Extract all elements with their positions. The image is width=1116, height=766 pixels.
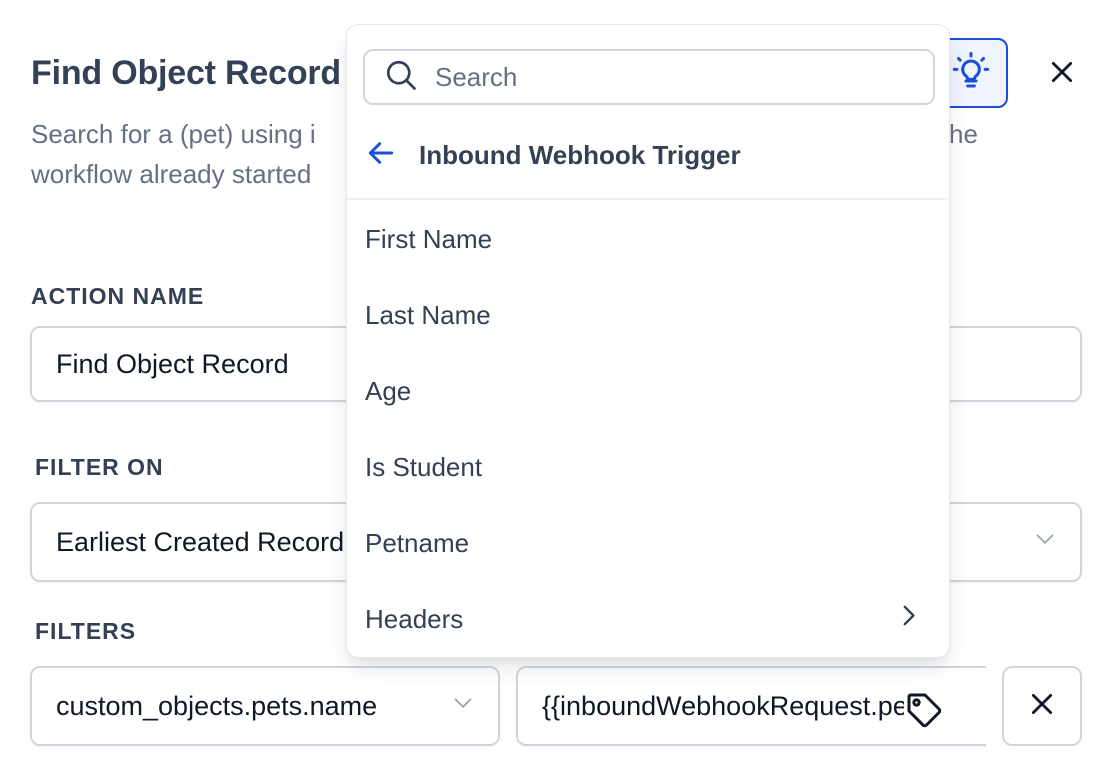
dropdown-divider [347, 198, 947, 200]
filter-value-text: {{inboundWebhookRequest.petname}} [542, 690, 922, 721]
arrow-left-icon [365, 137, 397, 174]
variable-picker-dropdown: Inbound Webhook Trigger First Name Last … [346, 24, 950, 658]
option-label: Last Name [365, 299, 491, 330]
dropdown-section-title: Inbound Webhook Trigger [419, 139, 741, 170]
search-icon [383, 57, 419, 98]
option-label: Headers [365, 603, 464, 634]
description-line-2: workflow already started [31, 159, 312, 189]
description-line-1-tail: he [949, 119, 978, 149]
dropdown-options-list: First Name Last Name Age Is Student Petn… [347, 201, 949, 657]
back-to-parent-button[interactable]: Inbound Webhook Trigger [365, 133, 741, 177]
panel-title: Find Object Record [31, 54, 341, 92]
option-label: Is Student [365, 451, 483, 482]
filter-value-input[interactable]: {{inboundWebhookRequest.petname}} [516, 666, 986, 746]
chevron-down-icon [1032, 526, 1058, 559]
close-icon [1049, 59, 1075, 90]
dropdown-search-input[interactable] [433, 60, 897, 94]
chevron-right-icon [895, 603, 921, 636]
close-button[interactable] [1040, 52, 1084, 96]
chevron-down-icon [450, 690, 476, 723]
action-name-label: ACTION NAME [31, 283, 205, 309]
remove-filter-button[interactable] [1002, 666, 1082, 746]
action-name-value: Find Object Record [56, 348, 289, 379]
filter-field-select[interactable]: custom_objects.pets.name [30, 666, 500, 746]
option-label: Petname [365, 527, 470, 558]
dropdown-option-first-name[interactable]: First Name [347, 201, 949, 277]
filter-field-value: custom_objects.pets.name [56, 690, 378, 721]
dropdown-search-field[interactable] [363, 49, 935, 105]
filters-label: FILTERS [35, 618, 137, 644]
lightbulb-icon [951, 51, 991, 96]
dropdown-option-age[interactable]: Age [347, 353, 949, 429]
filter-on-label: FILTER ON [35, 454, 164, 480]
close-icon [1029, 691, 1055, 722]
dropdown-option-last-name[interactable]: Last Name [347, 277, 949, 353]
filter-on-value: Earliest Created Record [56, 526, 345, 557]
dropdown-option-petname[interactable]: Petname [347, 505, 949, 581]
option-label: First Name [365, 223, 493, 254]
tag-icon[interactable] [904, 690, 944, 737]
dropdown-option-headers[interactable]: Headers [347, 581, 949, 657]
option-label: Age [365, 375, 412, 406]
dropdown-option-is-student[interactable]: Is Student [347, 429, 949, 505]
